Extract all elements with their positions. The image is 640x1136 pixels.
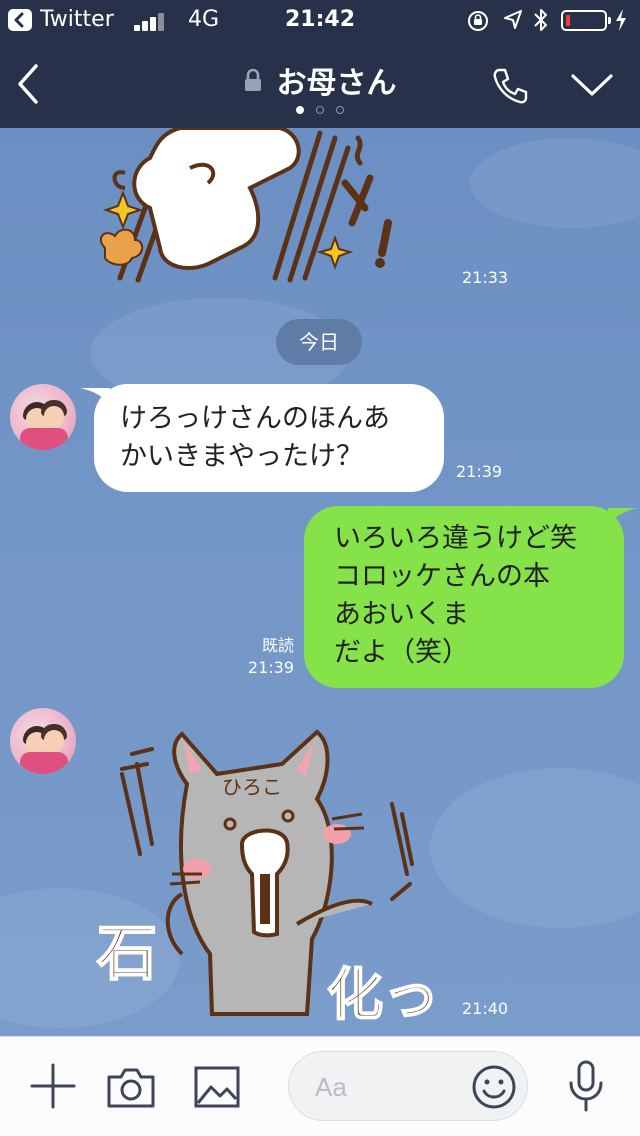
- day-separator: 今日: [276, 319, 362, 365]
- status-bar: Twitter 4G 21:42: [0, 0, 640, 40]
- page-dot: [316, 106, 324, 114]
- cat-sticker-petrified[interactable]: ひろこ 石 化っ: [92, 724, 452, 1024]
- camera-icon[interactable]: [106, 1065, 156, 1109]
- message-input[interactable]: [315, 1070, 465, 1104]
- message-time: 21:39: [456, 462, 503, 481]
- message-time: 21:40: [462, 999, 509, 1018]
- svg-text:ひろこ: ひろこ: [222, 775, 282, 799]
- input-bar: [0, 1036, 640, 1136]
- charging-bolt-icon: [616, 9, 626, 31]
- svg-text:石: 石: [97, 919, 157, 989]
- read-receipt: 既読 21:39: [236, 635, 294, 679]
- page-indicator: [0, 106, 640, 114]
- phone-icon[interactable]: [490, 66, 530, 106]
- background-cloud: [470, 138, 640, 228]
- message-time: 21:39: [247, 658, 294, 677]
- bubble-tail: [608, 508, 638, 524]
- emoji-icon[interactable]: [471, 1064, 517, 1110]
- avatar[interactable]: [10, 708, 76, 774]
- microphone-icon[interactable]: [566, 1059, 606, 1113]
- bluetooth-icon: [534, 9, 547, 31]
- cat-sticker-top[interactable]: [90, 128, 430, 288]
- battery-icon: [561, 10, 611, 31]
- rotation-lock-icon: [468, 11, 488, 31]
- page-dot-active: [296, 106, 304, 114]
- page-dot: [336, 106, 344, 114]
- chevron-down-icon[interactable]: [570, 72, 614, 98]
- outgoing-message-bubble[interactable]: いろいろ違うけど笑 コロッケさんの本 あおいくま だよ（笑）: [304, 506, 624, 688]
- chat-area[interactable]: 21:33 今日 けろっけさんのほんあ かいきまやったけ？ 21:39 いろいろ…: [0, 128, 640, 1036]
- chat-header: お母さん: [0, 40, 640, 128]
- plus-icon[interactable]: [30, 1063, 76, 1109]
- location-icon: [504, 10, 522, 29]
- message-time: 21:33: [462, 268, 509, 287]
- message-input-field[interactable]: [288, 1051, 528, 1121]
- lock-icon: [245, 68, 262, 91]
- avatar[interactable]: [10, 384, 76, 450]
- incoming-message-bubble[interactable]: けろっけさんのほんあ かいきまやったけ？: [94, 384, 444, 492]
- chat-title: お母さん: [276, 66, 397, 101]
- chat-title-group[interactable]: お母さん: [0, 58, 640, 102]
- image-icon[interactable]: [194, 1065, 240, 1109]
- background-cloud: [430, 768, 640, 928]
- read-label: 既読: [261, 636, 294, 655]
- svg-text:化っ: 化っ: [327, 962, 439, 1024]
